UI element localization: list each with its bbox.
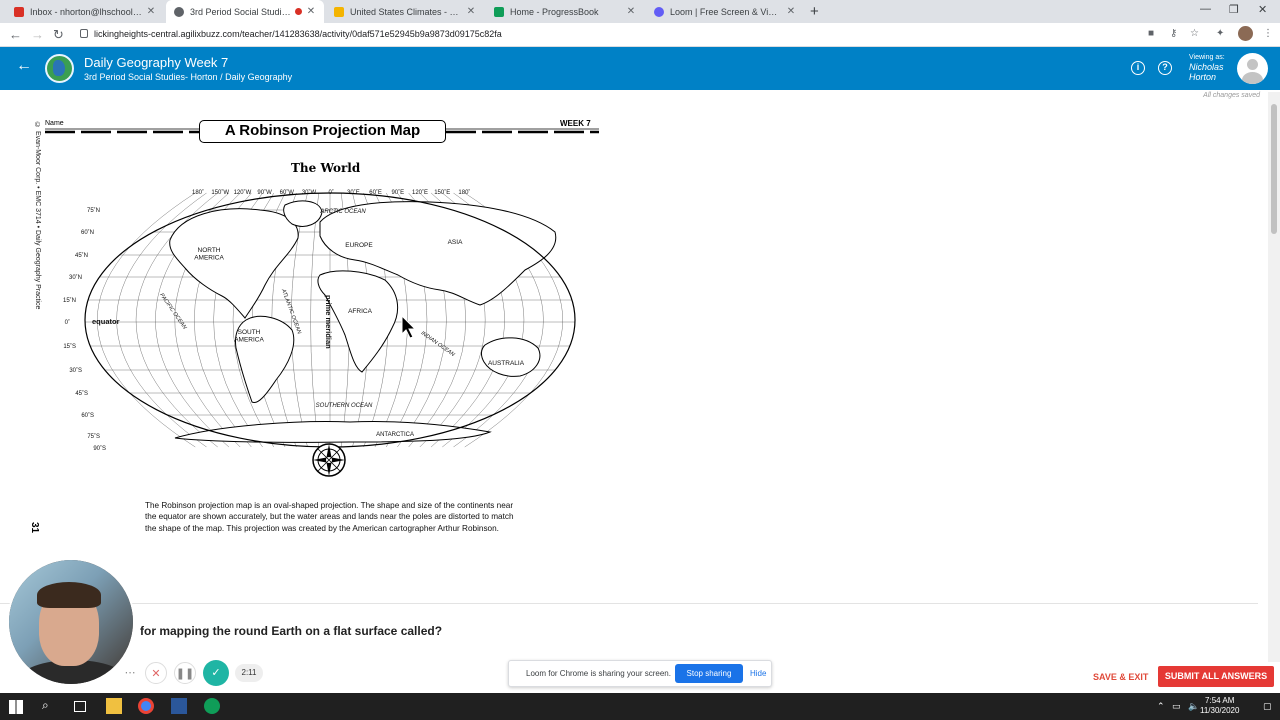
longitude-label: 60˚W xyxy=(280,189,295,196)
tray-chevron-icon[interactable]: ⌃ xyxy=(1157,701,1165,712)
latitude-label: 75˚N xyxy=(87,207,100,214)
divider xyxy=(0,603,1258,604)
cancel-recording-icon[interactable]: ✕ xyxy=(145,662,167,684)
longitude-label: 150˚W xyxy=(211,189,229,196)
region-label: SOUTH AMERICA xyxy=(234,329,264,344)
longitude-label: 30˚E xyxy=(347,189,360,196)
question-text: for mapping the round Earth on a flat su… xyxy=(140,624,443,638)
region-label: AUSTRALIA xyxy=(488,360,525,367)
screen-share-bar: Loom for Chrome is sharing your screen. … xyxy=(508,660,772,687)
compass-rose-icon xyxy=(312,443,346,477)
volume-icon[interactable]: 🔈 xyxy=(1188,701,1199,712)
latitude-label: 15˚N xyxy=(63,297,76,304)
longitude-label: 120˚W xyxy=(234,189,252,196)
windows-start-icon[interactable] xyxy=(9,700,23,714)
region-label: ARCTIC OCEAN xyxy=(319,209,366,215)
network-icon[interactable]: ▭ xyxy=(1172,701,1181,712)
prime-meridian-label: prime meridian xyxy=(324,295,333,349)
share-status-text: Loom for Chrome is sharing your screen. xyxy=(526,669,671,678)
worksheet-banner: A Robinson Projection Map xyxy=(199,120,446,143)
pause-icon[interactable]: ❚❚ xyxy=(174,662,196,684)
longitude-label: 180˚ xyxy=(192,189,204,196)
meet-icon[interactable] xyxy=(204,698,220,714)
region-label: AFRICA xyxy=(348,308,373,315)
equator-label: equator xyxy=(92,317,120,326)
latitude-label: 60˚S xyxy=(81,412,94,419)
longitude-label: 30˚W xyxy=(302,189,317,196)
latitude-label: 45˚N xyxy=(75,252,88,259)
finish-recording-icon[interactable]: ✓ xyxy=(203,660,229,686)
submit-answers-button[interactable]: SUBMIT ALL ANSWERS xyxy=(1158,666,1274,687)
map-title: The World xyxy=(291,161,361,175)
antarctica-shape xyxy=(174,421,492,443)
longitude-label: 90˚E xyxy=(391,189,404,196)
region-label: NORTH AMERICA xyxy=(194,247,224,262)
longitude-label: 180˚ xyxy=(458,189,470,196)
latitude-label: 60˚N xyxy=(81,229,94,236)
longitude-label: 60˚E xyxy=(369,189,382,196)
chrome-icon[interactable] xyxy=(138,698,154,714)
region-label: ASIA xyxy=(448,239,463,246)
longitude-label: 150˚E xyxy=(434,189,450,196)
notifications-icon[interactable]: ▢ xyxy=(1263,701,1272,712)
stop-sharing-button[interactable]: Stop sharing xyxy=(675,664,743,683)
task-view-icon[interactable] xyxy=(74,701,86,712)
latitude-label: 30˚N xyxy=(69,274,82,281)
taskbar-clock[interactable]: 7:54 AM 11/30/2020 xyxy=(1200,696,1239,716)
region-label: ANTARCTICA xyxy=(376,432,414,438)
australia-shape xyxy=(481,337,541,377)
hide-button[interactable]: Hide xyxy=(750,669,766,678)
region-label: SOUTHERN OCEAN xyxy=(316,403,373,409)
latitude-label: 30˚S xyxy=(69,367,82,374)
webcam-bubble[interactable] xyxy=(7,558,135,686)
word-icon[interactable] xyxy=(171,698,187,714)
latitude-label: 15˚S xyxy=(63,343,76,350)
longitude-label: 0˚ xyxy=(329,189,334,196)
latitude-label: 90˚S xyxy=(93,445,106,452)
north-america-shape xyxy=(169,208,299,319)
longitude-label: 120˚E xyxy=(412,189,428,196)
region-label: INDIAN OCEAN xyxy=(420,330,456,358)
region-label: PACIFIC OCEAN xyxy=(158,292,187,330)
search-icon[interactable]: ⌕ xyxy=(42,698,58,714)
longitude-label: 90˚W xyxy=(257,189,272,196)
cursor-icon xyxy=(401,314,417,339)
recording-timer: 2:11 xyxy=(235,664,263,682)
windows-taskbar: ⌕ xyxy=(0,693,1280,720)
world-map: 75˚N 60˚N 45˚N 30˚N 15˚N 0˚ 15˚S 30˚S 45˚S 60˚S 75… xyxy=(45,128,599,477)
latitude-label: 0˚ xyxy=(65,319,70,326)
file-explorer-icon[interactable] xyxy=(106,698,122,714)
save-exit-button[interactable]: SAVE & EXIT xyxy=(1093,672,1148,682)
more-options-icon[interactable]: ⋯ xyxy=(119,662,141,684)
region-label: EUROPE xyxy=(345,242,373,249)
latitude-label: 75˚S xyxy=(87,433,100,440)
latitude-label: 45˚S xyxy=(75,390,88,397)
worksheet-paragraph: The Robinson projection map is an oval-s… xyxy=(145,501,514,533)
